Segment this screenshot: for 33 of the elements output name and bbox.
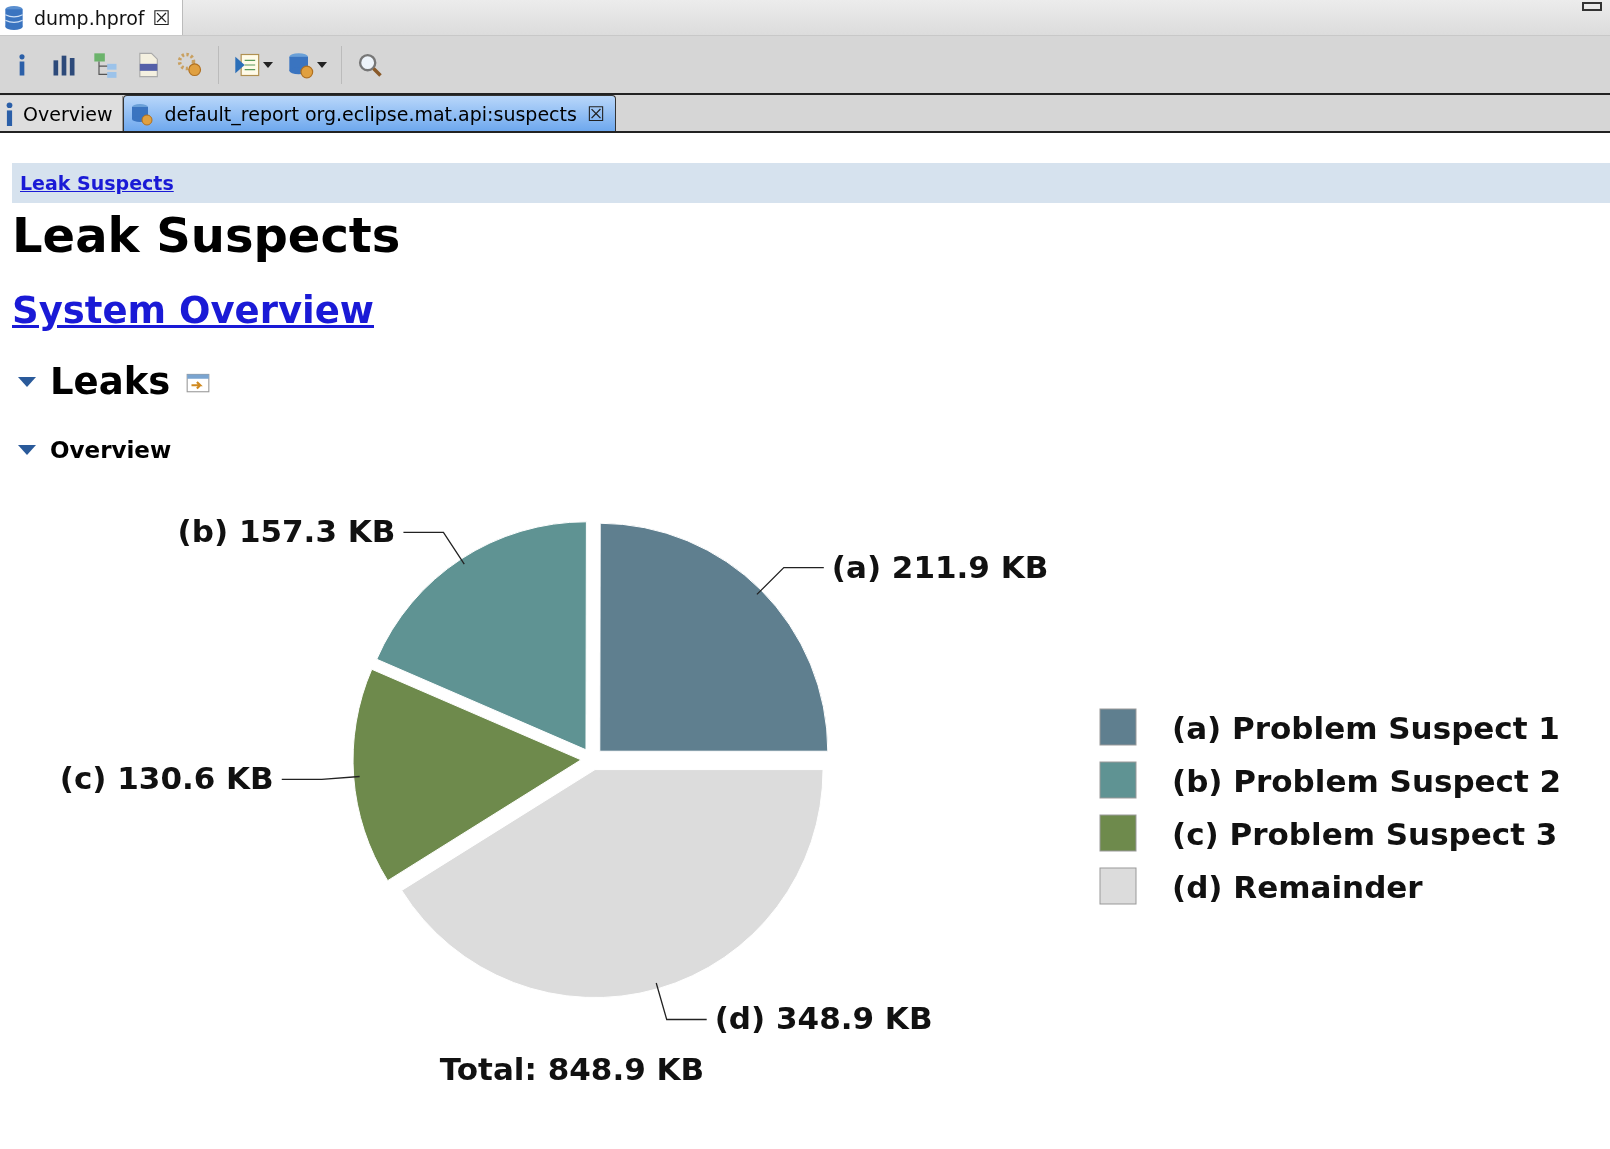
slice-label: (d) 348.9 KB	[714, 1000, 933, 1037]
tab-label: Overview	[23, 102, 113, 125]
subsection-heading: Overview	[50, 437, 172, 463]
tab-label: default_report org.eclipse.mat.api:suspects	[164, 102, 577, 125]
leader-line	[402, 531, 465, 565]
info-icon	[6, 101, 13, 126]
total-label: Total: 848.9 KB	[439, 1051, 705, 1087]
report-tab[interactable]: Overview	[0, 96, 124, 131]
legend-label: (d) Remainder	[1172, 869, 1423, 905]
editor-tab-title: dump.hprof	[34, 6, 145, 29]
slice-label: (a) 211.9 KB	[831, 548, 1049, 585]
database-icon	[2, 4, 26, 31]
minimize-button[interactable]	[1582, 2, 1602, 11]
system-overview-link[interactable]: System Overview	[12, 289, 374, 332]
leader-line	[655, 982, 708, 1021]
caret-icon[interactable]	[263, 61, 273, 68]
slice-label: (b) 157.3 KB	[177, 513, 396, 550]
close-button[interactable]: ☒	[586, 103, 605, 124]
editor-tab[interactable]: dump.hprof ☒	[0, 0, 184, 35]
section-heading: Leaks	[50, 360, 171, 403]
leader-line	[756, 566, 825, 596]
legend-label: (c) Problem Suspect 3	[1172, 816, 1558, 852]
page-title: Leak Suspects	[12, 207, 402, 263]
legend-label: (a) Problem Suspect 1	[1172, 710, 1560, 746]
report-tab[interactable]: default_report org.eclipse.mat.api:suspects ☒	[123, 95, 616, 131]
tree-icon[interactable]	[92, 50, 120, 79]
expand-icon[interactable]	[18, 445, 36, 455]
close-button[interactable]: ☒	[152, 7, 171, 28]
expand-icon[interactable]	[18, 376, 36, 387]
caret-icon[interactable]	[317, 61, 327, 68]
slice-label: (c) 130.6 KB	[59, 760, 274, 797]
legend-label: (b) Problem Suspect 2	[1172, 763, 1562, 799]
breadcrumb-link[interactable]: Leak Suspects	[20, 172, 174, 194]
